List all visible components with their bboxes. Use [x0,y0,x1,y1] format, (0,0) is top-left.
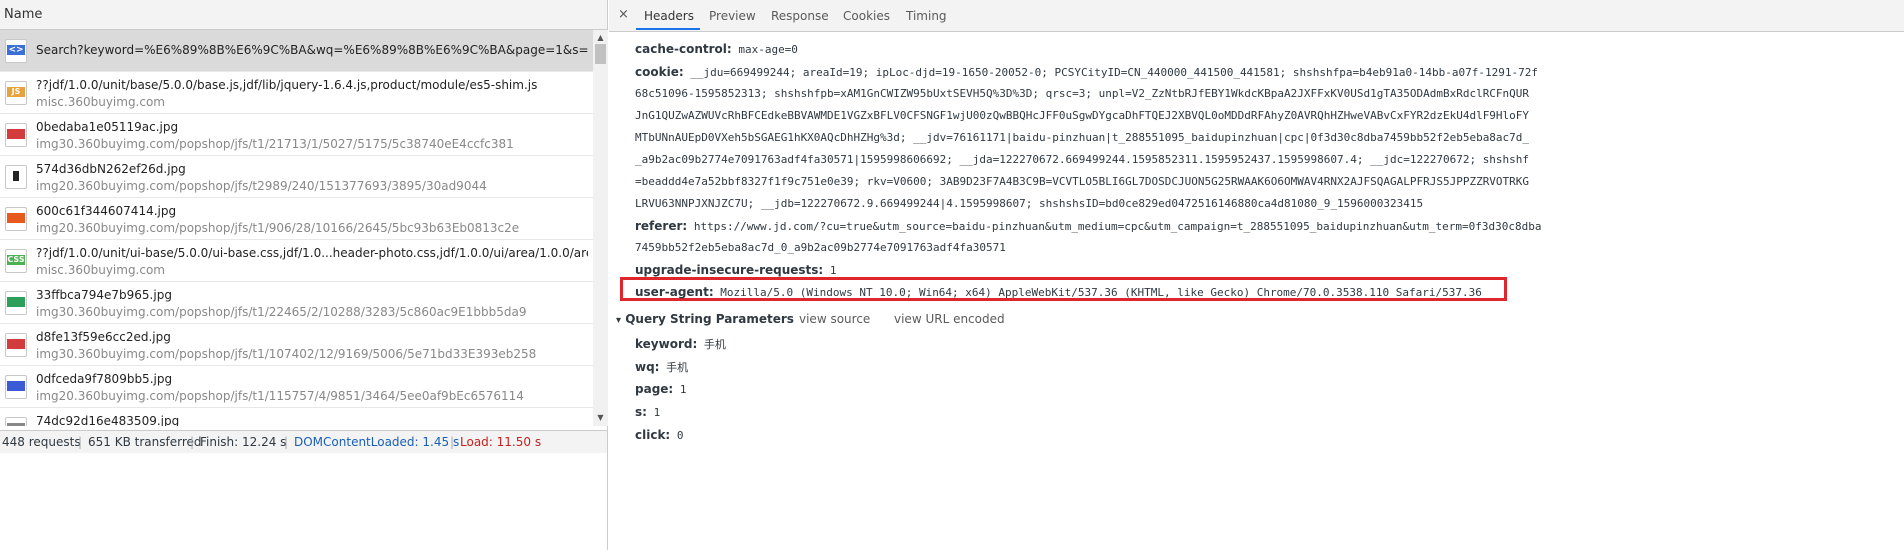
header-referer-continuation: 7459bb52f2eb5eba8ac7d_0_a9b2ac09b2774e70… [635,241,1006,254]
request-name: 0bedaba1e05119ac.jpg [36,120,179,134]
name-column-header[interactable]: Name [0,0,607,30]
header-cookie-continuation: LRVU63NNPJXNJZC7U; __jdb=122270672.9.669… [635,197,1424,210]
image-icon [5,123,27,147]
request-name: ??jdf/1.0.0/unit/ui-base/5.0.0/ui-base.c… [36,246,588,260]
close-icon[interactable]: × [618,7,629,22]
tab-response[interactable]: Response [771,9,829,23]
request-name: 74dc92d16e483509.jpg [36,414,180,426]
script-icon: JS [5,81,27,105]
status-separator: | [78,435,83,449]
request-name: Search?keyword=%E6%89%8B%E6%9C%BA&wq=%E6… [36,43,588,57]
status-separator: | [190,435,195,449]
image-icon [5,207,27,231]
query-param-row: wq: 手机 [635,360,689,374]
stylesheet-icon: CSS [5,249,27,273]
request-name: 574d36dbN262ef26d.jpg [36,162,186,176]
status-separator: | [284,435,289,449]
section-expand-arrow-icon: ▾ [616,315,622,326]
load-time: Load: 11.50 s [460,435,542,449]
view-url-encoded-link[interactable]: view URL encoded [894,312,1005,326]
query-param-row: click: 0 [635,428,684,442]
scrollbar-thumb[interactable] [595,44,606,64]
tab-preview[interactable]: Preview [709,9,756,23]
request-domain: img30.360buyimg.com/popshop/jfs/t1/22465… [36,305,527,319]
finish-time: Finish: 12.24 s [200,435,287,449]
request-details-panel: × Headers Preview Response Cookies Timin… [609,0,1904,550]
request-row[interactable]: 33ffbca794e7b965.jpg img30.360buyimg.com… [0,282,593,324]
request-domain: img20.360buyimg.com/popshop/jfs/t1/11575… [36,389,524,403]
request-list-scrollbar[interactable]: ▲ ▼ [593,30,608,426]
image-icon [5,333,27,357]
request-name: 0dfceda9f7809bb5.jpg [36,372,173,386]
request-name: 33ffbca794e7b965.jpg [36,288,172,302]
request-row[interactable]: CSS ??jdf/1.0.0/unit/ui-base/5.0.0/ui-ba… [0,240,593,282]
header-referer: referer: https://www.jd.com/?cu=true&utm… [635,219,1542,233]
request-row[interactable]: 600c61f344607414.jpg img20.360buyimg.com… [0,198,593,240]
request-list: <> Search?keyword=%E6%89%8B%E6%9C%BA&wq=… [0,30,593,426]
scroll-up-arrow-icon[interactable]: ▲ [593,32,608,44]
header-cookie: cookie: __jdu=669499244; areaId=19; ipLo… [635,65,1538,79]
query-section-title: Query String Parameters [625,312,794,326]
tab-timing[interactable]: Timing [906,9,947,23]
request-domain: img30.360buyimg.com/popshop/jfs/t1/21713… [36,137,514,151]
header-cookie-continuation: _a9b2ac09b2774e7091763adf4fa30571|159599… [635,153,1530,166]
scroll-down-arrow-icon[interactable]: ▼ [593,412,608,424]
header-upgrade-insecure-requests: upgrade-insecure-requests: 1 [635,263,837,277]
image-icon [5,291,27,315]
query-string-parameters-toggle[interactable]: ▾ Query String Parameters [616,312,794,326]
header-cookie-continuation: =beaddd4e7a52bbf8327f1f9c751e0e39; rkv=V… [635,175,1530,188]
request-row[interactable]: <> Search?keyword=%E6%89%8B%E6%9C%BA&wq=… [0,30,593,72]
request-row[interactable]: d8fe13f59e6cc2ed.jpg img30.360buyimg.com… [0,324,593,366]
header-user-agent: user-agent: Mozilla/5.0 (Windows NT 10.0… [635,285,1482,299]
request-name: 600c61f344607414.jpg [36,204,177,218]
tab-headers[interactable]: Headers [644,9,694,23]
query-param-row: keyword: 手机 [635,337,726,351]
image-icon [5,375,27,399]
header-cookie-continuation: 68c51096-1595852313; shshshfpb=xAM1GnCWI… [635,87,1530,100]
request-row[interactable]: 74dc92d16e483509.jpg [0,408,593,426]
tab-cookies[interactable]: Cookies [843,9,890,23]
request-domain: img30.360buyimg.com/popshop/jfs/t1/10740… [36,347,537,361]
image-icon [5,417,27,426]
request-row[interactable]: 0dfceda9f7809bb5.jpg img20.360buyimg.com… [0,366,593,408]
view-source-link[interactable]: view source [799,312,870,326]
name-column-label: Name [4,7,43,22]
query-param-row: s: 1 [635,405,661,419]
request-headers-section: cache-control: max-age=0 cookie: __jdu=6… [609,32,1904,550]
status-separator: | [450,435,455,449]
document-icon: <> [5,39,27,63]
request-name: d8fe13f59e6cc2ed.jpg [36,330,171,344]
request-domain: misc.360buyimg.com [36,263,165,277]
request-domain: img20.360buyimg.com/popshop/jfs/t2989/24… [36,179,487,193]
header-cookie-continuation: MTbUNnAUEpD0VXeh5bSGAEG1hKX0AQcDhHZHg%3d… [635,131,1530,144]
header-cache-control: cache-control: max-age=0 [635,42,798,56]
request-row[interactable]: JS ??jdf/1.0.0/unit/base/5.0.0/base.js,j… [0,72,593,114]
network-status-bar: 448 requests | 651 KB transferred | Fini… [0,430,607,453]
request-count: 448 requests [2,435,81,449]
image-icon [5,165,27,189]
request-row[interactable]: 0bedaba1e05119ac.jpg img30.360buyimg.com… [0,114,593,156]
header-cookie-continuation: JnG1QUZwAZWUVcRhBFCEdkeBBVAWMDE1VGZxBFLV… [635,109,1530,122]
request-name: ??jdf/1.0.0/unit/base/5.0.0/base.js,jdf/… [36,78,538,92]
details-tab-bar: × Headers Preview Response Cookies Timin… [609,0,1904,32]
dom-content-loaded-time: DOMContentLoaded: 1.45 s [294,435,460,449]
request-row[interactable]: 574d36dbN262ef26d.jpg img20.360buyimg.co… [0,156,593,198]
network-request-panel: Name <> Search?keyword=%E6%89%8B%E6%9C%B… [0,0,608,550]
active-tab-indicator [636,28,700,30]
request-domain: img20.360buyimg.com/popshop/jfs/t1/906/2… [36,221,520,235]
query-param-row: page: 1 [635,382,687,396]
transferred-size: 651 KB transferred [88,435,202,449]
request-domain: misc.360buyimg.com [36,95,165,109]
